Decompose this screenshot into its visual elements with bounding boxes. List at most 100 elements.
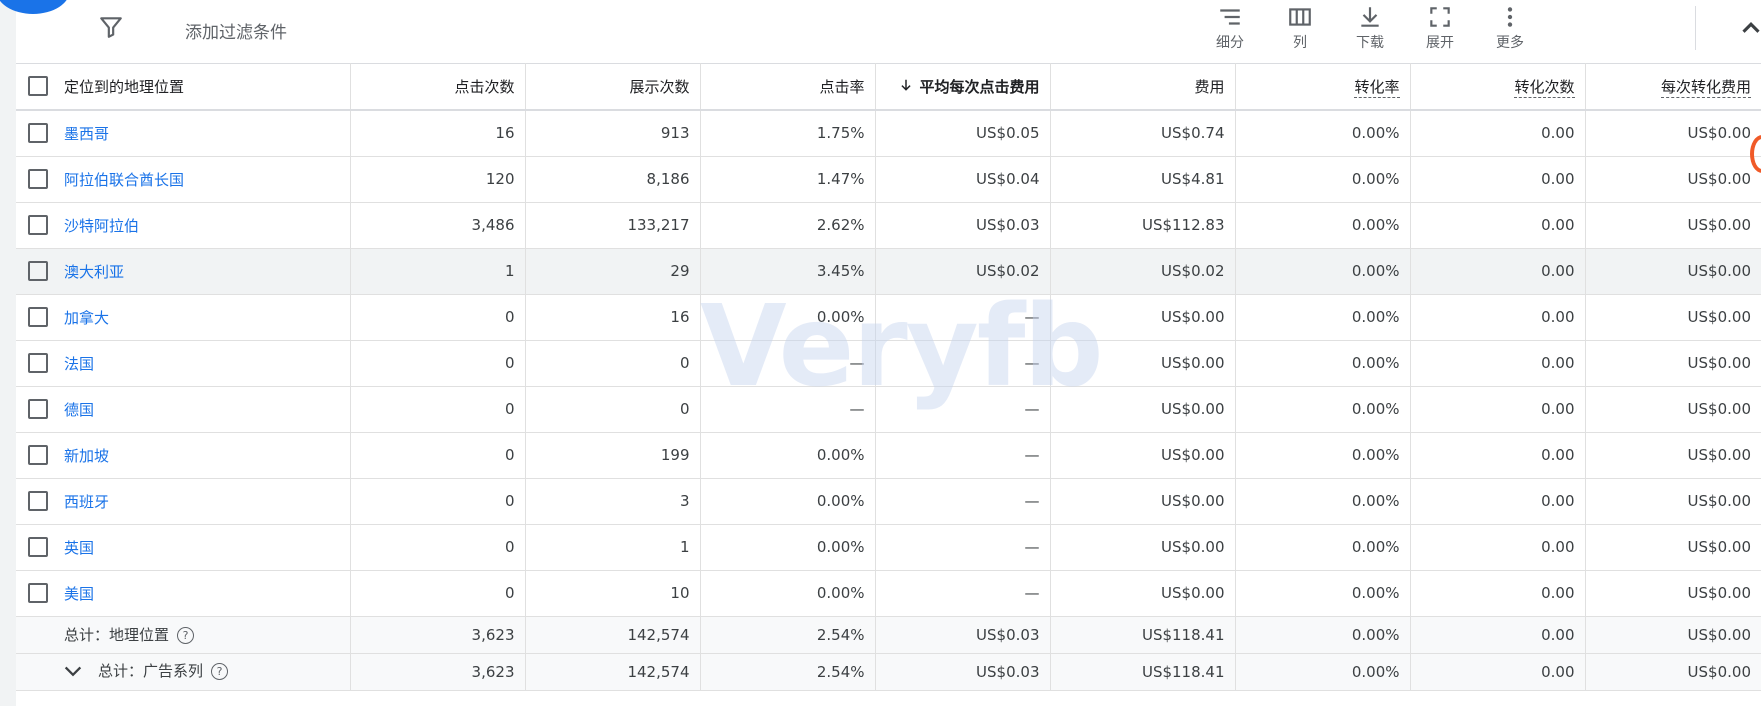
segment-button[interactable]: 细分 bbox=[1202, 0, 1258, 63]
row-checkbox-cell[interactable] bbox=[16, 432, 60, 479]
total-cell-conv: 0.00 bbox=[1410, 616, 1586, 654]
row-checkbox[interactable] bbox=[28, 583, 48, 603]
expand-button[interactable]: 展开 bbox=[1412, 0, 1468, 63]
location-link[interactable]: 澳大利亚 bbox=[60, 248, 351, 295]
table-row[interactable]: 法国 0 0— — US$0.00 0.00% 0.00 US$0.00 bbox=[16, 340, 1761, 387]
columns-button[interactable]: 列 bbox=[1272, 0, 1328, 63]
cell-ctr: 0.00% bbox=[700, 294, 876, 341]
table-toolbar: 添加过滤条件 细分 列 下载 展开 更多 bbox=[16, 0, 1761, 64]
cell-conv: 0.00 bbox=[1410, 386, 1586, 433]
cell-conv: 0.00 bbox=[1410, 570, 1586, 617]
cell-cvr: 0.00% bbox=[1235, 432, 1411, 479]
chevron-down-icon[interactable] bbox=[60, 661, 86, 683]
cell-conv: 0.00 bbox=[1410, 294, 1586, 341]
location-link[interactable]: 法国 bbox=[60, 340, 351, 387]
row-checkbox[interactable] bbox=[28, 445, 48, 465]
sort-down-icon bbox=[901, 79, 912, 91]
location-link[interactable]: 沙特阿拉伯 bbox=[60, 202, 351, 249]
table-row[interactable]: 沙特阿拉伯 3,486 133,217 2.62% US$0.03 US$112.83 0.… bbox=[16, 202, 1761, 249]
cell-impr: 1 bbox=[525, 524, 701, 571]
cell-clicks: 0 bbox=[350, 432, 526, 479]
row-checkbox[interactable] bbox=[28, 169, 48, 189]
total-cell-clicks: 3,623 bbox=[350, 653, 526, 691]
table-row[interactable]: 澳大利亚 1 29 3.45% US$0.02 US$0.02 0.00% 0.00 US$0.… bbox=[16, 248, 1761, 295]
cell-cpa: US$0.00 bbox=[1585, 248, 1761, 295]
cell-clicks: 0 bbox=[350, 294, 526, 341]
add-filter-button[interactable]: 添加过滤条件 bbox=[185, 18, 287, 43]
download-button[interactable]: 下载 bbox=[1342, 0, 1398, 63]
row-checkbox-cell[interactable] bbox=[16, 478, 60, 525]
row-checkbox-cell[interactable] bbox=[16, 570, 60, 617]
total-cell-cpc: US$0.03 bbox=[875, 616, 1051, 654]
cell-clicks: 0 bbox=[350, 570, 526, 617]
col-header-cost[interactable]: 费用 bbox=[1050, 63, 1236, 111]
total-label: 总计：地理位置 bbox=[64, 626, 170, 644]
total-label: 总计：广告系列 bbox=[98, 662, 204, 681]
table-row[interactable]: 德国 0 0— — US$0.00 0.00% 0.00 US$0.00 bbox=[16, 386, 1761, 433]
total-spacer bbox=[16, 616, 60, 654]
col-header-avg-cpc[interactable]: 平均每次点击费用 bbox=[875, 63, 1051, 111]
cell-cost: US$0.00 bbox=[1050, 340, 1236, 387]
row-checkbox[interactable] bbox=[28, 261, 48, 281]
location-link[interactable]: 德国 bbox=[60, 386, 351, 433]
col-header-ctr[interactable]: 点击率 bbox=[700, 63, 876, 111]
table-row[interactable]: 新加坡 0 199 0.00% — US$0.00 0.00% 0.00 US$0.00 bbox=[16, 432, 1761, 479]
chevron-up-icon[interactable] bbox=[1736, 13, 1761, 43]
row-checkbox[interactable] bbox=[28, 123, 48, 144]
total-cell-impr: 142,574 bbox=[525, 616, 701, 654]
location-link[interactable]: 加拿大 bbox=[60, 294, 351, 341]
total-cell-conv: 0.00 bbox=[1410, 653, 1586, 691]
location-link[interactable]: 英国 bbox=[60, 524, 351, 571]
geo-report-table: 定位到的地理位置 点击次数 展示次数 点击率 平均每次点击费用 费用 转化率 转… bbox=[16, 63, 1761, 691]
row-checkbox-cell[interactable] bbox=[16, 340, 60, 387]
row-checkbox-cell[interactable] bbox=[16, 524, 60, 571]
row-checkbox-cell[interactable] bbox=[16, 294, 60, 341]
row-checkbox[interactable] bbox=[28, 491, 48, 511]
filter-icon[interactable] bbox=[98, 14, 124, 40]
left-edge bbox=[0, 0, 16, 706]
location-link[interactable]: 西班牙 bbox=[60, 478, 351, 525]
cell-clicks: 0 bbox=[350, 478, 526, 525]
location-link[interactable]: 新加坡 bbox=[60, 432, 351, 479]
table-row[interactable]: 英国 0 1 0.00% — US$0.00 0.00% 0.00 US$0.00 bbox=[16, 524, 1761, 571]
select-all-checkbox-cell[interactable] bbox=[16, 63, 60, 111]
col-header-impressions[interactable]: 展示次数 bbox=[525, 63, 701, 111]
row-checkbox-cell[interactable] bbox=[16, 110, 60, 157]
help-icon[interactable]: ? bbox=[177, 627, 195, 644]
row-checkbox[interactable] bbox=[28, 307, 48, 327]
location-link[interactable]: 墨西哥 bbox=[60, 110, 351, 157]
cell-conv: 0.00 bbox=[1410, 340, 1586, 387]
table-row[interactable]: 西班牙 0 3 0.00% — US$0.00 0.00% 0.00 US$0.00 bbox=[16, 478, 1761, 525]
total-cell-clicks: 3,623 bbox=[350, 616, 526, 654]
table-row[interactable]: 阿拉伯联合酋长国 120 8,186 1.47% US$0.04 US$4.81 0.00%… bbox=[16, 156, 1761, 203]
cell-ctr: 0.00% bbox=[700, 524, 876, 571]
cell-cpc: — bbox=[875, 386, 1051, 433]
row-checkbox-cell[interactable] bbox=[16, 386, 60, 433]
row-checkbox-cell[interactable] bbox=[16, 156, 60, 203]
row-checkbox[interactable] bbox=[28, 215, 48, 235]
cell-cpc: US$0.05 bbox=[875, 110, 1051, 157]
col-header-clicks[interactable]: 点击次数 bbox=[350, 63, 526, 111]
cell-ctr: 0.00% bbox=[700, 478, 876, 525]
cell-impr: 0 bbox=[525, 340, 701, 387]
col-header-conversions[interactable]: 转化次数 bbox=[1410, 63, 1586, 111]
location-link[interactable]: 美国 bbox=[60, 570, 351, 617]
row-checkbox-cell[interactable] bbox=[16, 202, 60, 249]
table-row[interactable]: 加拿大 0 16 0.00% — US$0.00 0.00% 0.00 US$0.00 bbox=[16, 294, 1761, 341]
cell-conv: 0.00 bbox=[1410, 524, 1586, 571]
col-header-cost-per-conv[interactable]: 每次转化费用 bbox=[1585, 63, 1761, 111]
row-checkbox[interactable] bbox=[28, 537, 48, 557]
more-button[interactable]: 更多 bbox=[1482, 0, 1538, 63]
row-checkbox-cell[interactable] bbox=[16, 248, 60, 295]
location-link[interactable]: 阿拉伯联合酋长国 bbox=[60, 156, 351, 203]
col-header-location[interactable]: 定位到的地理位置 bbox=[60, 63, 351, 111]
table-row[interactable]: 美国 0 10 0.00% — US$0.00 0.00% 0.00 US$0.00 bbox=[16, 570, 1761, 617]
row-checkbox[interactable] bbox=[28, 399, 48, 419]
row-checkbox[interactable] bbox=[28, 353, 48, 373]
table-row[interactable]: 墨西哥 16 913 1.75% US$0.05 US$0.74 0.00% 0.00 US$0… bbox=[16, 110, 1761, 157]
cell-cost: US$0.00 bbox=[1050, 432, 1236, 479]
col-header-conv-rate[interactable]: 转化率 bbox=[1235, 63, 1411, 111]
cell-cvr: 0.00% bbox=[1235, 156, 1411, 203]
select-all-checkbox[interactable] bbox=[28, 76, 48, 96]
help-icon[interactable]: ? bbox=[211, 663, 229, 681]
